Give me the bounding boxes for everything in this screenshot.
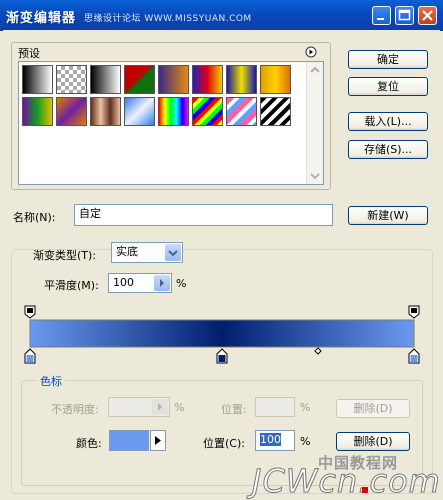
watermark-dot [362, 487, 368, 493]
smoothness-unit: % [176, 277, 187, 290]
preset-swatch[interactable] [124, 97, 155, 126]
arrow-right-circle-icon[interactable] [305, 46, 317, 58]
maximize-icon[interactable] [395, 6, 414, 25]
color-menu-arrow-icon[interactable] [150, 430, 166, 451]
dialog-client: 预设 确定 复位 载入(L)... 存储(S)... 名称(N): 自定 新建(… [3, 30, 440, 496]
preset-swatch[interactable] [226, 65, 257, 94]
forum-watermark: 思缘设计论坛 WWW.MISSYUAN.COM [84, 14, 252, 24]
color-stop[interactable] [216, 348, 228, 364]
smoothness-input[interactable]: 100 [108, 273, 172, 293]
preset-swatch[interactable] [56, 97, 87, 126]
color-position-unit: % [300, 435, 311, 448]
opacity-label: 不透明度: [51, 403, 99, 416]
title-bar[interactable]: 渐变编辑器 思缘设计论坛 WWW.MISSYUAN.COM [0, 0, 443, 31]
opacity-stop-left[interactable] [24, 305, 36, 319]
minimize-icon[interactable] [372, 6, 391, 25]
preset-swatch[interactable] [158, 65, 189, 94]
preset-swatch[interactable] [22, 97, 53, 126]
gradient-bar[interactable] [29, 319, 415, 348]
new-button[interactable]: 新建(W) [348, 206, 428, 225]
preset-swatch[interactable] [260, 65, 291, 94]
preset-swatch[interactable] [226, 97, 257, 126]
opacity-stop-right[interactable] [408, 305, 420, 319]
opacity-arrow-icon[interactable] [152, 399, 168, 415]
window-title: 渐变编辑器 [6, 11, 77, 26]
gradient-type-select[interactable]: 实底 [111, 242, 183, 263]
preset-swatch[interactable] [90, 97, 121, 126]
color-label: 颜色: [76, 437, 102, 450]
smoothness-label: 平滑度(M): [44, 279, 99, 292]
presets-panel: 预设 [11, 42, 331, 190]
close-icon[interactable] [418, 6, 437, 25]
preset-swatch[interactable] [192, 97, 223, 126]
gradient-editor[interactable] [21, 300, 425, 368]
gradient-type-value: 实底 [116, 245, 138, 258]
name-input[interactable]: 自定 [74, 204, 333, 226]
color-position-input[interactable]: 100 [255, 430, 295, 451]
opacity-unit: % [174, 401, 185, 414]
gradient-type-label: 渐变类型(T): [33, 249, 97, 262]
scroll-down-icon[interactable] [307, 168, 323, 184]
scroll-up-icon[interactable] [307, 62, 323, 78]
presets-scrollbar[interactable] [306, 62, 323, 184]
color-stop[interactable] [408, 348, 420, 364]
chevron-down-icon[interactable] [165, 244, 181, 261]
name-label: 名称(N): [13, 211, 56, 224]
preset-swatch[interactable] [158, 97, 189, 126]
preset-swatch[interactable] [124, 65, 155, 94]
preset-swatch[interactable] [22, 65, 53, 94]
opacity-delete-button[interactable]: 删除(D) [336, 399, 410, 418]
preset-swatch[interactable] [260, 97, 291, 126]
stops-legend: 色标 [37, 373, 65, 389]
opacity-position-unit: % [300, 401, 311, 414]
preset-swatch[interactable] [192, 65, 223, 94]
color-position-value: 100 [260, 433, 281, 446]
presets-label: 预设 [18, 47, 40, 60]
preset-swatch[interactable] [90, 65, 121, 94]
midpoint-diamond[interactable] [314, 347, 322, 355]
opacity-position-input[interactable] [255, 397, 295, 417]
reset-button[interactable]: 复位 [348, 77, 428, 96]
preset-swatch[interactable] [56, 65, 87, 94]
opacity-input[interactable] [108, 397, 170, 417]
opacity-position-label: 位置: [221, 403, 247, 416]
presets-list[interactable] [18, 61, 324, 185]
color-stop[interactable] [24, 348, 36, 364]
color-swatch[interactable] [109, 430, 149, 451]
color-delete-button[interactable]: 删除(D) [336, 432, 410, 451]
save-button[interactable]: 存储(S)... [348, 140, 428, 159]
site-watermark: JCWcn.com [252, 462, 441, 500]
ok-button[interactable]: 确定 [348, 50, 428, 69]
smoothness-value: 100 [113, 276, 134, 289]
smoothness-arrow-icon[interactable] [154, 275, 170, 291]
color-position-label: 位置(C): [203, 437, 245, 450]
load-button[interactable]: 载入(L)... [348, 112, 428, 131]
